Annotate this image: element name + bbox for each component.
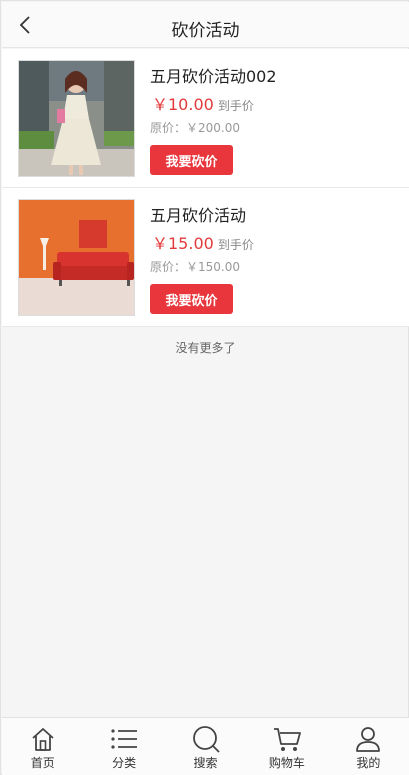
bargain-price: ￥10.00 [152,95,214,114]
tab-label: 我的 [356,756,381,770]
list-end-text: 没有更多了 [175,341,236,355]
app-frame: 砍价活动 五月砍价活动002 ￥10.00 到手价 原价：￥200.00 我要砍… [0,0,409,775]
product-name[interactable]: 五月砍价活动 [150,202,246,226]
list-item[interactable]: 五月砍价活动002 ￥10.00 到手价 原价：￥200.00 我要砍价 [2,49,409,188]
bargain-button[interactable]: 我要砍价 [150,284,233,314]
tab-label: 首页 [30,756,55,770]
cart-icon [272,724,302,754]
user-icon [353,724,383,754]
tab-label: 分类 [112,756,137,770]
search-icon [191,724,221,754]
tab-label: 搜索 [193,756,218,770]
header-bar: 砍价活动 [2,2,409,48]
original-price: 原价：￥150.00 [150,260,240,274]
price-row: ￥10.00 到手价 [152,91,254,115]
product-name[interactable]: 五月砍价活动002 [150,63,277,87]
original-price: 原价：￥200.00 [150,121,240,135]
price-note: 到手价 [217,238,254,252]
tab-category[interactable]: 分类 [83,718,164,775]
list-icon [109,724,139,754]
price-note: 到手价 [217,99,254,113]
home-icon [28,724,58,754]
tab-mine[interactable]: 我的 [328,718,409,775]
product-image-dress[interactable] [18,60,135,177]
bargain-button[interactable]: 我要砍价 [150,145,233,175]
list-item[interactable]: 五月砍价活动 ￥15.00 到手价 原价：￥150.00 我要砍价 [2,188,409,327]
bottom-tab-bar: 首页 分类 搜索 购物车 我的 [2,717,409,775]
product-image-sofa[interactable] [18,199,135,316]
tab-cart[interactable]: 购物车 [246,718,327,775]
tab-home[interactable]: 首页 [2,718,83,775]
bargain-price: ￥15.00 [152,234,214,253]
price-row: ￥15.00 到手价 [152,230,254,254]
tab-search[interactable]: 搜索 [165,718,246,775]
tab-label: 购物车 [268,756,305,770]
bargain-list: 五月砍价活动002 ￥10.00 到手价 原价：￥200.00 我要砍价 五月砍… [2,49,409,327]
page-title: 砍价活动 [171,21,240,41]
